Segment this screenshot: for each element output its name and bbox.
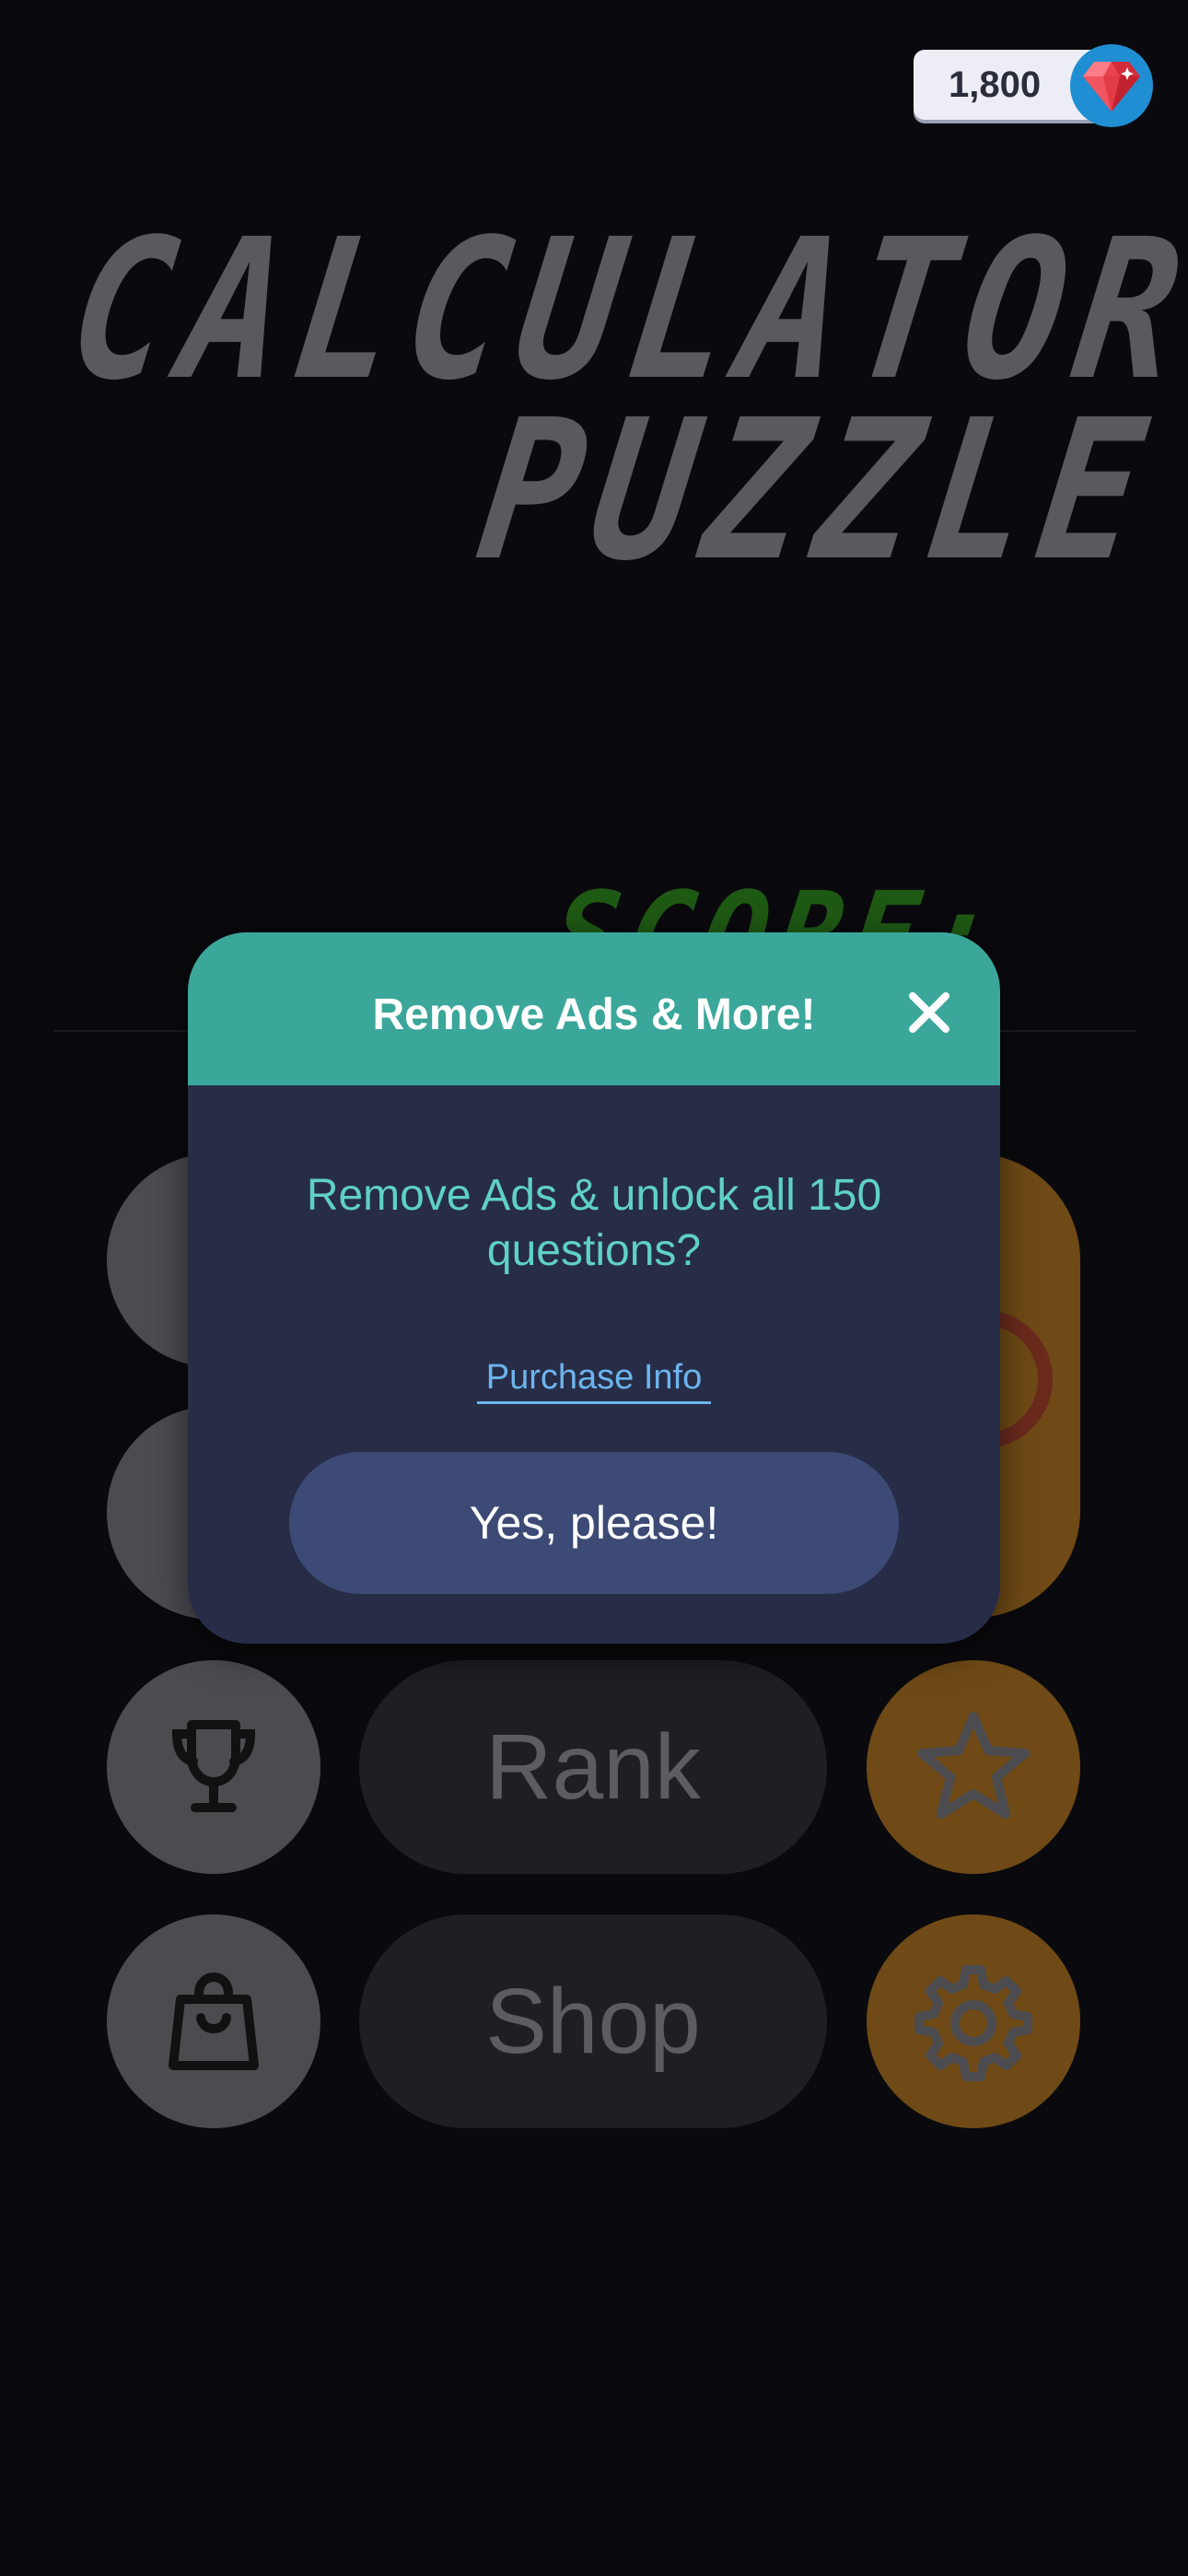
- rank-button[interactable]: Rank: [359, 1660, 827, 1874]
- modal-title: Remove Ads & More!: [372, 990, 816, 1039]
- trophy-icon: [171, 1720, 256, 1812]
- gem-icon[interactable]: [1070, 44, 1153, 127]
- close-icon: [909, 992, 949, 1033]
- close-button[interactable]: [897, 980, 961, 1045]
- gem-count: 1,800: [949, 64, 1042, 105]
- game-title-line-2: PUZZLE: [468, 378, 1170, 603]
- gear-icon: [914, 1965, 1032, 2081]
- settings-button[interactable]: [867, 1914, 1080, 2128]
- confirm-button[interactable]: Yes, please!: [289, 1452, 899, 1594]
- remove-ads-modal: Remove Ads & More! Remove Ads & unlock a…: [188, 932, 1000, 1644]
- confirm-label: Yes, please!: [469, 1497, 719, 1549]
- rank-label: Rank: [485, 1715, 701, 1819]
- purchase-info-link[interactable]: Purchase Info: [477, 1358, 711, 1404]
- shopping-bag-icon: [169, 1972, 259, 2070]
- shop-label: Shop: [485, 1969, 701, 2073]
- shop-button[interactable]: Shop: [359, 1914, 827, 2128]
- shop-bag-button[interactable]: [107, 1914, 320, 2128]
- trophy-button[interactable]: [107, 1660, 320, 1874]
- star-button[interactable]: [867, 1660, 1080, 1874]
- modal-question: Remove Ads & unlock all 150 questions?: [306, 1171, 882, 1275]
- star-icon: [917, 1712, 1030, 1819]
